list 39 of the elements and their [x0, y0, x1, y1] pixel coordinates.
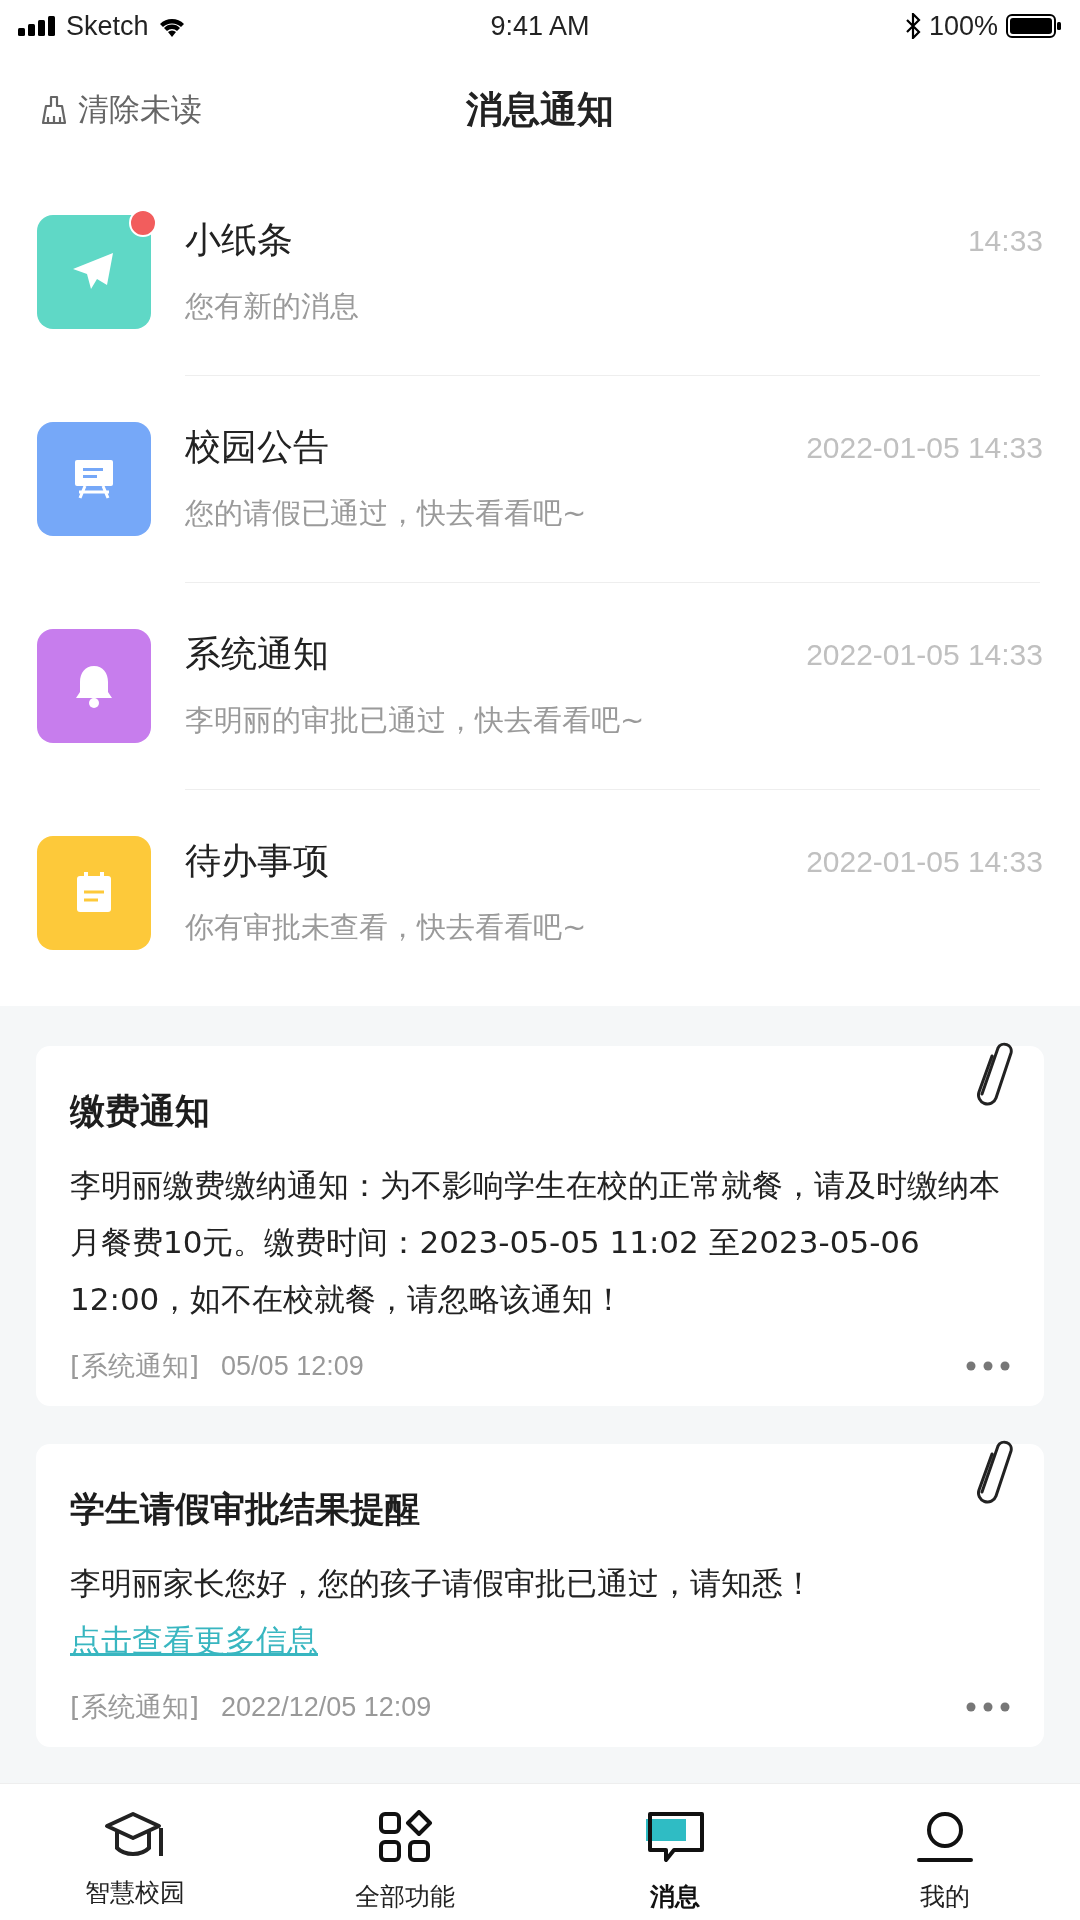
message-item[interactable]: 系统通知 2022-01-05 14:33 李明丽的审批已通过，快去看看吧~	[0, 582, 1080, 789]
more-icon[interactable]	[966, 1702, 1010, 1712]
tab[interactable]: 智慧校园	[0, 1784, 270, 1920]
more-icon[interactable]	[966, 1361, 1010, 1371]
message-time: 2022-01-05 14:33	[806, 430, 1043, 465]
message-item[interactable]: 待办事项 2022-01-05 14:33 你有审批未查看，快去看看吧~	[0, 789, 1080, 996]
message-preview: 您的请假已通过，快去看看吧~	[185, 495, 588, 532]
notice-source: [系统通知]	[70, 1349, 200, 1383]
message-time: 2022-01-05 14:33	[806, 844, 1043, 879]
battery-icon	[1006, 14, 1062, 38]
tab[interactable]: 消息	[540, 1784, 810, 1920]
notice-time: 2022/12/05 12:09	[221, 1691, 432, 1723]
signal-icon	[18, 16, 58, 36]
message-title: 小纸条	[185, 218, 293, 262]
message-item[interactable]: 小纸条 14:33 您有新的消息	[0, 168, 1080, 375]
message-item[interactable]: 校园公告 2022-01-05 14:33 您的请假已通过，快去看看吧~	[0, 375, 1080, 582]
clock: 9:41 AM	[490, 10, 590, 42]
message-title: 待办事项	[185, 839, 329, 883]
message-title: 校园公告	[185, 425, 329, 469]
notice-source: [系统通知]	[70, 1690, 200, 1724]
notice-body: 李明丽家长您好，您的孩子请假审批已通过，请知悉！ 点击查看更多信息	[70, 1564, 815, 1660]
notice-body: 李明丽缴费缴纳通知：为不影响学生在校的正常就餐，请及时缴纳本月餐费10元。缴费时间：2023-05-05 11:02 至2023-05-06 12:00，如不在校就餐，请忽略该通知！	[70, 1166, 1001, 1319]
message-title: 系统通知	[185, 632, 329, 676]
clear-unread-button[interactable]: 清除未读	[40, 89, 202, 131]
notice-title: 缴费通知	[70, 1090, 211, 1133]
message-time: 2022-01-05 14:33	[806, 637, 1043, 672]
message-preview: 你有审批未查看，快去看看吧~	[185, 909, 588, 946]
battery-percent: 100%	[928, 10, 998, 42]
message-preview: 您有新的消息	[185, 288, 360, 325]
notice-title: 学生请假审批结果提醒	[70, 1488, 421, 1531]
message-preview: 李明丽的审批已通过，快去看看吧~	[185, 702, 646, 739]
message-time: 14:33	[967, 223, 1043, 258]
tab[interactable]: 我的	[810, 1784, 1080, 1920]
carrier-name: Sketch	[66, 10, 149, 42]
bluetooth-icon	[904, 13, 921, 39]
tab[interactable]: 全部功能	[270, 1784, 540, 1920]
broom-icon	[40, 95, 68, 125]
page-title: 消息通知	[466, 87, 614, 133]
notice-time: 05/05 12:09	[221, 1350, 364, 1382]
